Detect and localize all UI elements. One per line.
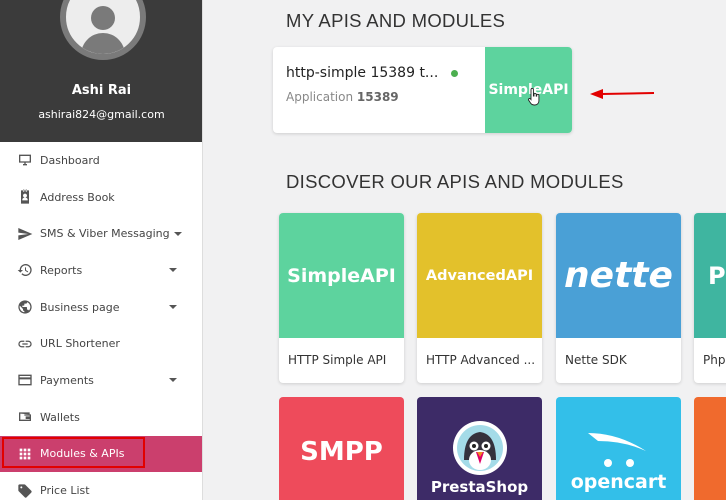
sidebar-nav: Dashboard Address Book SMS & Viber Messa… xyxy=(0,142,202,500)
nette-logo: nette xyxy=(556,213,681,338)
annotation-arrow xyxy=(590,89,655,99)
wallet-icon xyxy=(16,409,33,426)
sidebar-item-label: Modules & APIs xyxy=(40,447,125,461)
api-card-advanced[interactable]: AdvancedAPI HTTP Advanced ... xyxy=(417,213,542,383)
sidebar-item-dashboard[interactable]: Dashboard xyxy=(0,142,202,179)
advancedapi-logo: AdvancedAPI xyxy=(417,213,542,338)
sidebar-item-modules-apis[interactable]: Modules & APIs xyxy=(0,435,202,473)
send-icon xyxy=(16,225,33,242)
application-id: 15389 xyxy=(356,90,399,104)
price-tag-icon xyxy=(16,482,33,499)
my-api-title: http-simple 15389 t... xyxy=(286,65,439,81)
opencart-cart-icon xyxy=(587,433,646,467)
sidebar-item-label: Address Book xyxy=(40,190,115,204)
api-card-label: HTTP Advanced ... xyxy=(426,353,536,367)
user-email: ashirai824@gmail.com xyxy=(38,108,165,121)
sidebar-item-reports[interactable]: Reports xyxy=(0,252,202,289)
sidebar-item-label: Price List xyxy=(40,484,90,498)
api-card-extra[interactable] xyxy=(694,397,726,500)
sidebar-item-label: Wallets xyxy=(40,410,80,424)
my-api-application: Application 15389 xyxy=(286,90,399,104)
link-icon xyxy=(16,335,33,352)
sidebar-item-sms-viber[interactable]: SMS & Viber Messaging xyxy=(0,215,202,252)
globe-icon xyxy=(16,299,33,316)
api-card-label: Nette SDK xyxy=(565,353,627,367)
api-card-prestashop[interactable]: PrestaShop xyxy=(417,397,542,500)
sidebar-item-label: Dashboard xyxy=(40,153,100,167)
sidebar-item-label: Business page xyxy=(40,300,120,314)
history-icon xyxy=(16,262,33,279)
php-logo: PH xyxy=(694,213,726,338)
sidebar-item-label: Payments xyxy=(40,373,94,387)
credit-card-icon xyxy=(16,372,33,389)
grid-icon xyxy=(16,445,33,462)
opencart-logo: opencart xyxy=(570,471,667,493)
hand-cursor-icon xyxy=(528,88,540,106)
api-card-php[interactable]: PH Php xyxy=(694,213,726,383)
prestashop-puffin-icon xyxy=(452,421,507,475)
chevron-down-icon xyxy=(169,378,177,383)
monitor-icon xyxy=(16,152,33,169)
status-dot xyxy=(451,70,458,77)
sidebar-item-price-list[interactable]: Price List xyxy=(0,472,202,500)
api-card-label: Php xyxy=(703,353,726,367)
avatar[interactable] xyxy=(60,0,146,60)
sidebar-item-address-book[interactable]: Address Book xyxy=(0,179,202,216)
user-name: Ashi Rai xyxy=(71,83,132,98)
chevron-down-icon xyxy=(173,231,182,236)
api-card-label: HTTP Simple API xyxy=(288,353,387,367)
application-label: Application xyxy=(286,90,354,104)
contact-book-icon xyxy=(16,189,33,206)
chevron-down-icon xyxy=(169,305,177,310)
api-card-smpp[interactable]: SMPP xyxy=(279,397,404,500)
sidebar-item-wallets[interactable]: Wallets xyxy=(0,399,202,436)
sidebar-item-payments[interactable]: Payments xyxy=(0,362,202,399)
section-title-my-apis: MY APIS AND MODULES xyxy=(286,10,506,31)
simpleapi-logo: SimpleAPI xyxy=(279,213,404,338)
prestashop-logo: PrestaShop xyxy=(430,478,529,496)
sidebar-item-url-shortener[interactable]: URL Shortener xyxy=(0,325,202,362)
sidebar-item-label: URL Shortener xyxy=(40,337,120,351)
user-profile: Ashi Rai ashirai824@gmail.com xyxy=(0,0,202,142)
sidebar-item-label: SMS & Viber Messaging xyxy=(40,227,170,241)
api-card-nette[interactable]: nette Nette SDK xyxy=(556,213,681,383)
chevron-down-icon xyxy=(169,268,177,273)
sidebar: Ashi Rai ashirai824@gmail.com Dashboard … xyxy=(0,0,203,500)
sidebar-item-label: Reports xyxy=(40,263,83,277)
api-card-opencart[interactable]: opencart xyxy=(556,397,681,500)
sidebar-item-business-page[interactable]: Business page xyxy=(0,289,202,326)
section-title-discover: DISCOVER OUR APIS AND MODULES xyxy=(286,171,624,192)
api-card-simple[interactable]: SimpleAPI HTTP Simple API xyxy=(279,213,404,383)
